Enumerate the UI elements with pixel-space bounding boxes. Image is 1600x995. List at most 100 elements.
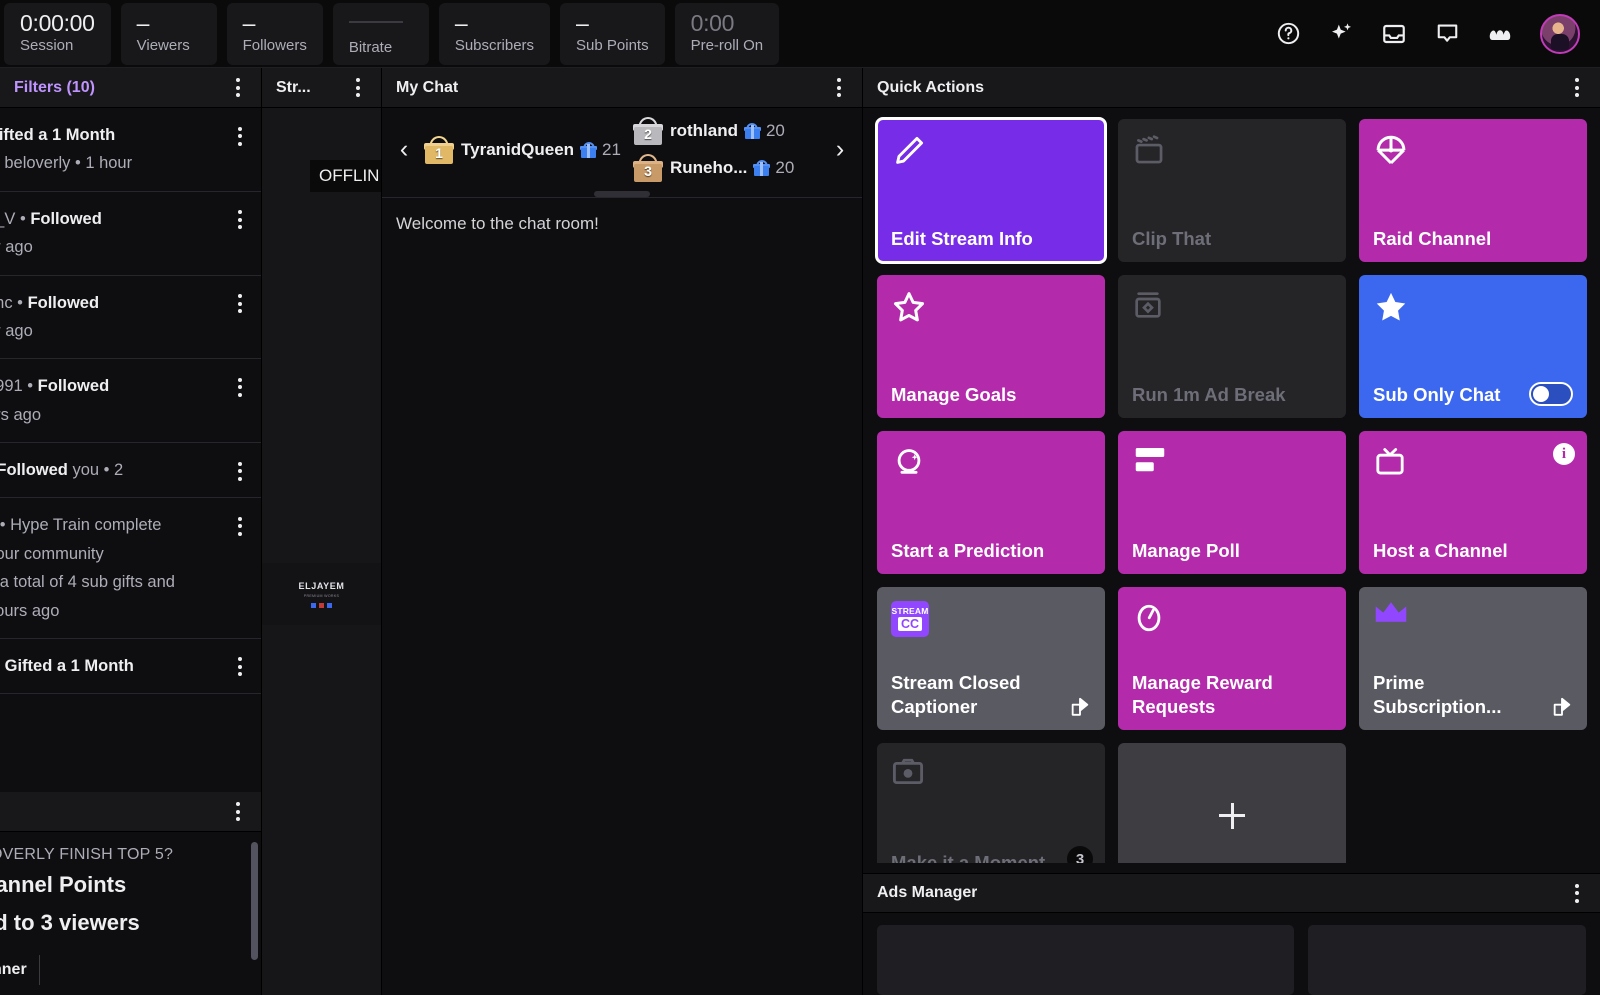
activity-item-menu-icon[interactable] — [229, 291, 251, 317]
activity-item[interactable]: 3nc • Followedur ago — [0, 276, 261, 360]
quick-action-edit-stream-info[interactable]: Edit Stream Info — [877, 119, 1105, 262]
gift-leader-entry[interactable]: 3Runeho...20 — [633, 153, 794, 183]
stat-label: Viewers — [137, 37, 201, 55]
activity-item-text: 3nc • Followedur ago — [0, 289, 223, 346]
quick-actions-menu-icon[interactable] — [1566, 75, 1588, 101]
quick-actions-body: Edit Stream Info Clip That Raid Channel Man… — [863, 108, 1600, 863]
gift-leader-number: 21 — [602, 140, 621, 160]
offline-badge: OFFLIN — [310, 160, 381, 192]
stream-preview-menu-icon[interactable] — [347, 75, 369, 101]
stat-session[interactable]: 0:00:00Session — [4, 3, 111, 65]
quick-action-manage-poll[interactable]: Manage Poll — [1118, 431, 1346, 574]
stat-sub-points[interactable]: –Sub Points — [560, 3, 665, 65]
promo-eyebrow: OVERLY FINISH TOP 5? — [0, 846, 247, 864]
quick-action-stream-closed-captioner[interactable]: STREAMCCStream Closed Captioner — [877, 587, 1105, 730]
quick-action-label-row: Sub Only Chat — [1373, 382, 1573, 406]
quick-action-raid-channel[interactable]: Raid Channel — [1359, 119, 1587, 262]
activity-item-menu-icon[interactable] — [229, 513, 251, 539]
star-filled-icon — [1373, 289, 1409, 325]
activity-filters-button[interactable]: Filters (10) — [14, 79, 95, 97]
quick-action-add-quick-action[interactable] — [1118, 743, 1346, 863]
sparkle-icon[interactable] — [1328, 21, 1354, 47]
promo-card[interactable]: OVERLY FINISH TOP 5? hannel Points ed to… — [0, 832, 261, 995]
stream-watermark: ELJAYEM PREMIUM WORKS — [262, 563, 381, 625]
gift-leader-name: rothland — [670, 121, 738, 141]
gift-leader-entry[interactable]: 2rothland20 — [633, 116, 794, 146]
stream-preview-video[interactable]: OFFLIN ELJAYEM PREMIUM WORKS — [262, 108, 381, 995]
quick-action-clip-that[interactable]: Clip That — [1118, 119, 1346, 262]
stat-label: Session — [20, 37, 95, 55]
quick-action-label: Sub Only Chat — [1373, 383, 1504, 406]
stat-subscribers[interactable]: –Subscribers — [439, 3, 550, 65]
chat-bubble-icon[interactable] — [1434, 21, 1460, 47]
user-avatar[interactable] — [1540, 14, 1580, 54]
activity-item-menu-icon[interactable] — [229, 654, 251, 680]
activity-item-menu-icon[interactable] — [229, 123, 251, 149]
chat-resize-handle[interactable] — [594, 191, 650, 197]
activity-item[interactable]: 1991 • Followedurs ago — [0, 359, 261, 443]
chat-menu-icon[interactable] — [828, 75, 850, 101]
activity-feed-panel: Filters (10) Gifted a 1 Monthto beloverl… — [0, 68, 262, 995]
sub-only-chat-toggle[interactable] — [1529, 382, 1573, 406]
gift-leader-count: 21 — [581, 140, 621, 160]
crown-icon[interactable] — [1487, 21, 1513, 47]
promo-line-2: ed to 3 viewers — [0, 906, 247, 939]
activity-item[interactable]: Gifted a 1 Monthto beloverly • 1 hour — [0, 108, 261, 192]
activity-feed-menu-icon[interactable] — [227, 75, 249, 101]
inbox-icon[interactable] — [1381, 21, 1407, 47]
ads-schedule-card[interactable] — [877, 925, 1294, 995]
activity-item[interactable]: n_V • Followedur ago — [0, 192, 261, 276]
stat-viewers[interactable]: –Viewers — [121, 3, 217, 65]
activity-item[interactable]: n • Hype Train completeYour communityd a… — [0, 498, 261, 639]
stat-pre-roll-on[interactable]: 0:00Pre-roll On — [675, 3, 780, 65]
stream-preview-panel: Str... OFFLIN ELJAYEM PREMIUM WORKS — [262, 68, 382, 995]
quick-action-sub-only-chat[interactable]: Sub Only Chat — [1359, 275, 1587, 418]
gift-prev-icon[interactable]: ‹ — [392, 137, 416, 162]
quick-action-label-row: Raid Channel — [1373, 227, 1573, 250]
stat-followers[interactable]: –Followers — [227, 3, 323, 65]
promo-button[interactable]: nner — [0, 955, 40, 985]
mini-gift-icon — [745, 123, 760, 139]
stream-preview-title: Str... — [276, 79, 311, 97]
quick-action-host-a-channel[interactable]: Host a Channeli — [1359, 431, 1587, 574]
help-icon[interactable] — [1275, 21, 1301, 47]
quick-action-label: Prime Subscription... — [1373, 671, 1545, 718]
quick-action-run-1m-ad-break[interactable]: Run 1m Ad Break — [1118, 275, 1346, 418]
gift-leader-name: Runeho... — [670, 158, 747, 178]
promo-menu-icon[interactable] — [227, 799, 249, 825]
ads-manager-menu-icon[interactable] — [1566, 880, 1588, 906]
parachute-icon — [1373, 133, 1409, 169]
stat-value: – — [455, 11, 534, 36]
stat-bitrate[interactable]: Bitrate — [333, 3, 429, 65]
topbar-icons — [1275, 14, 1586, 54]
gift-leader-number: 20 — [775, 158, 794, 178]
quick-actions-grid: Edit Stream Info Clip That Raid Channel Man… — [877, 119, 1587, 863]
gift-leader-count: 20 — [754, 158, 794, 178]
quick-action-start-a-prediction[interactable]: Start a Prediction — [877, 431, 1105, 574]
activity-item-text: n_V • Followedur ago — [0, 205, 223, 262]
quick-action-manage-reward-requests[interactable]: Manage Reward Requests — [1118, 587, 1346, 730]
chat-message-list[interactable]: Welcome to the chat room! — [382, 198, 862, 995]
stream-preview-canvas — [262, 108, 381, 995]
activity-item[interactable]: • Followed you • 2 — [0, 443, 261, 498]
ads-snooze-card[interactable] — [1308, 925, 1586, 995]
activity-item[interactable]: i • Gifted a 1 Month — [0, 639, 261, 694]
ads-manager-header: Ads Manager — [863, 873, 1600, 913]
activity-item-menu-icon[interactable] — [229, 207, 251, 233]
activity-item-menu-icon[interactable] — [229, 458, 251, 484]
stat-value — [349, 10, 413, 38]
quick-action-manage-goals[interactable]: Manage Goals — [877, 275, 1105, 418]
camera-icon — [891, 757, 927, 793]
quick-action-make-it-a-moment[interactable]: Make it a Moment3 — [877, 743, 1105, 863]
promo-scrollbar[interactable] — [251, 842, 258, 960]
gift-next-icon[interactable]: › — [828, 137, 852, 162]
external-link-icon — [1069, 696, 1091, 718]
activity-item-menu-icon[interactable] — [229, 374, 251, 400]
stat-label: Pre-roll On — [691, 37, 764, 55]
quick-action-prime-subscription[interactable]: Prime Subscription... — [1359, 587, 1587, 730]
info-icon[interactable]: i — [1553, 443, 1575, 465]
activity-feed-list[interactable]: Gifted a 1 Monthto beloverly • 1 hour n_V… — [0, 108, 261, 792]
stat-value: – — [576, 11, 649, 36]
quick-action-label: Clip That — [1132, 227, 1215, 250]
gift-leader-entry[interactable]: 1TyranidQueen21 — [424, 135, 621, 165]
